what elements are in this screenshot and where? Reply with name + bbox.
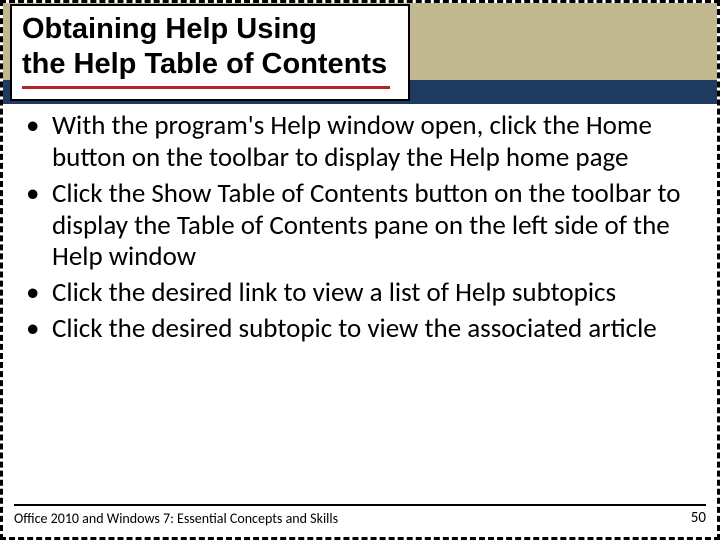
list-item: Click the Show Table of Contents button … [20,178,692,274]
list-item: Click the desired subtopic to view the a… [20,313,692,345]
content-area: With the program's Help window open, cli… [20,110,692,349]
list-item: With the program's Help window open, cli… [20,110,692,174]
title-underline [22,86,390,89]
slide-title: Obtaining Help Using the Help Table of C… [22,12,390,82]
page-number: 50 [691,509,706,527]
footer-source: Office 2010 and Windows 7: Essential Con… [14,510,338,527]
bullet-list: With the program's Help window open, cli… [20,110,692,345]
list-item: Click the desired link to view a list of… [20,277,692,309]
footer: Office 2010 and Windows 7: Essential Con… [14,509,706,527]
title-line-2: the Help Table of Contents [22,48,387,80]
footer-divider [14,504,706,506]
slide-title-box: Obtaining Help Using the Help Table of C… [10,4,410,101]
title-line-1: Obtaining Help Using [22,13,317,45]
